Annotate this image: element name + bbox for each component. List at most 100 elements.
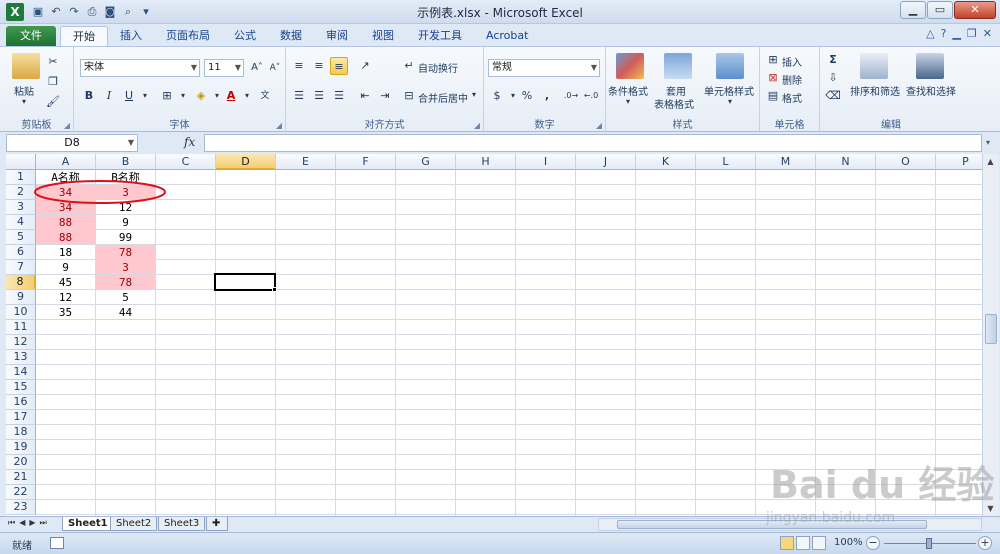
minimize-icon[interactable]: ▁	[900, 1, 926, 19]
page-break-view-icon[interactable]	[812, 536, 826, 550]
row-header-12[interactable]: 12	[6, 335, 36, 350]
sort-filter-icon[interactable]	[860, 53, 888, 79]
align-middle-icon[interactable]: ≡	[310, 57, 328, 75]
cell-a6[interactable]: 18	[36, 245, 95, 259]
column-header-l[interactable]: L	[696, 154, 756, 170]
conditional-formatting-dropdown-icon[interactable]: ▾	[626, 97, 630, 106]
row-header-9[interactable]: 9	[6, 290, 36, 305]
font-name-select[interactable]: 宋体 ▼	[80, 59, 200, 77]
maximize-icon[interactable]: ▭	[927, 1, 953, 19]
tab-home[interactable]: 开始	[60, 26, 108, 46]
find-select-button[interactable]: 查找和选择	[906, 83, 956, 98]
row-header-23[interactable]: 23	[6, 500, 36, 515]
tab-file[interactable]: 文件	[6, 26, 56, 46]
font-launcher-icon[interactable]: ◢	[276, 121, 282, 130]
last-sheet-icon[interactable]: ⏭	[40, 518, 47, 528]
conditional-formatting-icon[interactable]	[616, 53, 644, 79]
paste-dropdown-icon[interactable]: ▾	[22, 97, 26, 106]
cell-a5[interactable]: 88	[36, 230, 95, 244]
tab-acrobat[interactable]: Acrobat	[474, 26, 540, 46]
zoom-slider-thumb[interactable]	[926, 538, 932, 549]
zoom-level[interactable]: 100%	[834, 537, 863, 548]
row-header-18[interactable]: 18	[6, 425, 36, 440]
paste-icon[interactable]	[12, 53, 40, 79]
cell-b5[interactable]: 99	[96, 230, 155, 244]
cell-styles-dropdown-icon[interactable]: ▾	[728, 97, 732, 106]
sheet-tab-sheet3[interactable]: Sheet3	[158, 517, 206, 531]
fill-handle[interactable]	[272, 287, 277, 292]
italic-button[interactable]: I	[100, 87, 118, 105]
select-all-corner[interactable]	[6, 154, 36, 170]
number-launcher-icon[interactable]: ◢	[596, 121, 602, 130]
cell-b7[interactable]: 3	[96, 260, 155, 274]
tab-review[interactable]: 审阅	[314, 26, 360, 46]
underline-dropdown-icon[interactable]: ▾	[136, 87, 154, 105]
cell-b10[interactable]: 44	[96, 305, 155, 319]
delete-cells-icon[interactable]: ⊠	[764, 69, 782, 87]
cell-styles-icon[interactable]	[716, 53, 744, 79]
row-header-6[interactable]: 6	[6, 245, 36, 260]
tab-developer[interactable]: 开发工具	[406, 26, 474, 46]
sort-filter-button[interactable]: 排序和筛选	[850, 83, 900, 98]
tab-view[interactable]: 视图	[360, 26, 406, 46]
increase-decimal-icon[interactable]: .0→	[562, 87, 580, 105]
column-header-p[interactable]: P	[936, 154, 982, 170]
row-header-13[interactable]: 13	[6, 350, 36, 365]
cut-icon[interactable]: ✂	[44, 53, 62, 71]
cell-b6[interactable]: 78	[96, 245, 155, 259]
formula-input[interactable]	[204, 134, 982, 152]
row-header-17[interactable]: 17	[6, 410, 36, 425]
macro-record-icon[interactable]	[50, 537, 64, 549]
window-close-icon[interactable]: ✕	[983, 27, 992, 40]
font-color-dropdown-icon[interactable]: ▾	[238, 87, 256, 105]
cell-a8[interactable]: 45	[36, 275, 95, 289]
format-as-table-icon[interactable]	[664, 53, 692, 79]
tab-data[interactable]: 数据	[268, 26, 314, 46]
column-header-h[interactable]: H	[456, 154, 516, 170]
insert-cells-button[interactable]: 插入	[782, 54, 802, 69]
align-bottom-icon[interactable]: ≡	[330, 57, 348, 75]
cell-styles-button[interactable]: 单元格样式	[704, 83, 754, 98]
expand-formula-bar-icon[interactable]: ▾	[982, 134, 994, 152]
window-restore-icon[interactable]: ❐	[967, 27, 977, 40]
font-size-select[interactable]: 11 ▼	[204, 59, 244, 77]
find-select-icon[interactable]	[916, 53, 944, 79]
column-header-b[interactable]: B	[96, 154, 156, 170]
help-icon[interactable]: ?	[941, 27, 947, 40]
row-header-19[interactable]: 19	[6, 440, 36, 455]
copy-icon[interactable]: ❐	[44, 73, 62, 91]
first-sheet-icon[interactable]: ⏮	[8, 518, 15, 528]
row-header-20[interactable]: 20	[6, 455, 36, 470]
cell-a10[interactable]: 35	[36, 305, 95, 319]
cell-b8[interactable]: 78	[96, 275, 155, 289]
merge-center-icon[interactable]: ⊟	[400, 87, 418, 105]
column-header-f[interactable]: F	[336, 154, 396, 170]
column-header-n[interactable]: N	[816, 154, 876, 170]
column-header-j[interactable]: J	[576, 154, 636, 170]
column-header-g[interactable]: G	[396, 154, 456, 170]
tab-formulas[interactable]: 公式	[222, 26, 268, 46]
insert-function-icon[interactable]: fx	[184, 135, 195, 149]
increase-indent-icon[interactable]: ⇥	[376, 87, 394, 105]
clipboard-launcher-icon[interactable]: ◢	[64, 121, 70, 130]
row-header-16[interactable]: 16	[6, 395, 36, 410]
sheet-tab-sheet1[interactable]: Sheet1	[62, 517, 114, 531]
row-header-5[interactable]: 5	[6, 230, 36, 245]
merge-dropdown-icon[interactable]: ▾	[472, 90, 476, 99]
row-header-4[interactable]: 4	[6, 215, 36, 230]
paste-button[interactable]: 粘贴	[14, 83, 34, 98]
row-header-7[interactable]: 7	[6, 260, 36, 275]
align-center-icon[interactable]: ☰	[310, 87, 328, 105]
cell-a9[interactable]: 12	[36, 290, 95, 304]
next-sheet-icon[interactable]: ▶	[29, 518, 35, 528]
column-header-e[interactable]: E	[276, 154, 336, 170]
cell-a7[interactable]: 9	[36, 260, 95, 274]
tab-page-layout[interactable]: 页面布局	[154, 26, 222, 46]
name-box[interactable]: D8 ▼	[6, 134, 138, 152]
phonetic-guide-icon[interactable]: 文	[256, 87, 274, 105]
bold-button[interactable]: B	[80, 87, 98, 105]
row-header-22[interactable]: 22	[6, 485, 36, 500]
borders-dropdown-icon[interactable]: ▾	[174, 87, 192, 105]
row-header-11[interactable]: 11	[6, 320, 36, 335]
sheet-tab-sheet2[interactable]: Sheet2	[110, 517, 158, 531]
